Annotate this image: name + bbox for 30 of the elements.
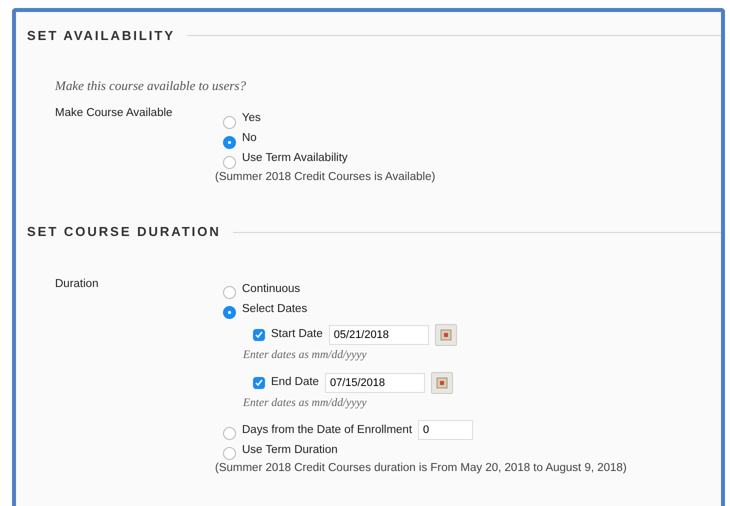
radio-button[interactable] [223, 136, 236, 148]
radio-button[interactable] [223, 426, 236, 440]
option-label[interactable]: Use Term Availability [242, 150, 348, 168]
radio-button[interactable] [223, 286, 236, 300]
days-field[interactable]: 0 [418, 420, 474, 440]
option-label[interactable]: Yes [242, 110, 261, 128]
calendar-icon[interactable] [430, 372, 453, 394]
section-title: SET COURSE DURATION [27, 223, 221, 242]
option-label[interactable]: Days from the Date of Enrollment [242, 422, 412, 439]
note-text: (Summer 2018 Credit Courses is Available) [215, 170, 436, 185]
question-text: Make this course available to users? [55, 76, 247, 94]
option-label[interactable]: No [242, 130, 257, 148]
radio-button[interactable] [223, 306, 236, 320]
checkbox[interactable] [253, 377, 265, 389]
radio-button[interactable] [223, 116, 236, 128]
hint-text: Enter dates as mm/dd/yyyy [243, 348, 368, 363]
date-label[interactable]: End Date [271, 374, 319, 392]
checkbox[interactable] [253, 328, 265, 341]
section-title: SET AVAILABILITY [27, 27, 176, 45]
date-field[interactable]: 05/21/2018 [328, 324, 429, 345]
option-label[interactable]: Continuous [242, 281, 300, 298]
radio-button[interactable] [223, 156, 236, 168]
date-label[interactable]: Start Date [271, 326, 323, 344]
option-label[interactable]: Use Term Duration [242, 442, 338, 459]
radio-button[interactable] [223, 446, 236, 460]
hint-text: Enter dates as mm/dd/yyyy [243, 396, 368, 411]
calendar-icon[interactable] [434, 324, 457, 346]
note-text: (Summer 2018 Credit Courses duration is From May 20, 2018 to August 9, 2018) [215, 461, 627, 476]
date-field[interactable]: 07/15/2018 [324, 373, 425, 393]
option-label[interactable]: Select Dates [242, 301, 308, 318]
